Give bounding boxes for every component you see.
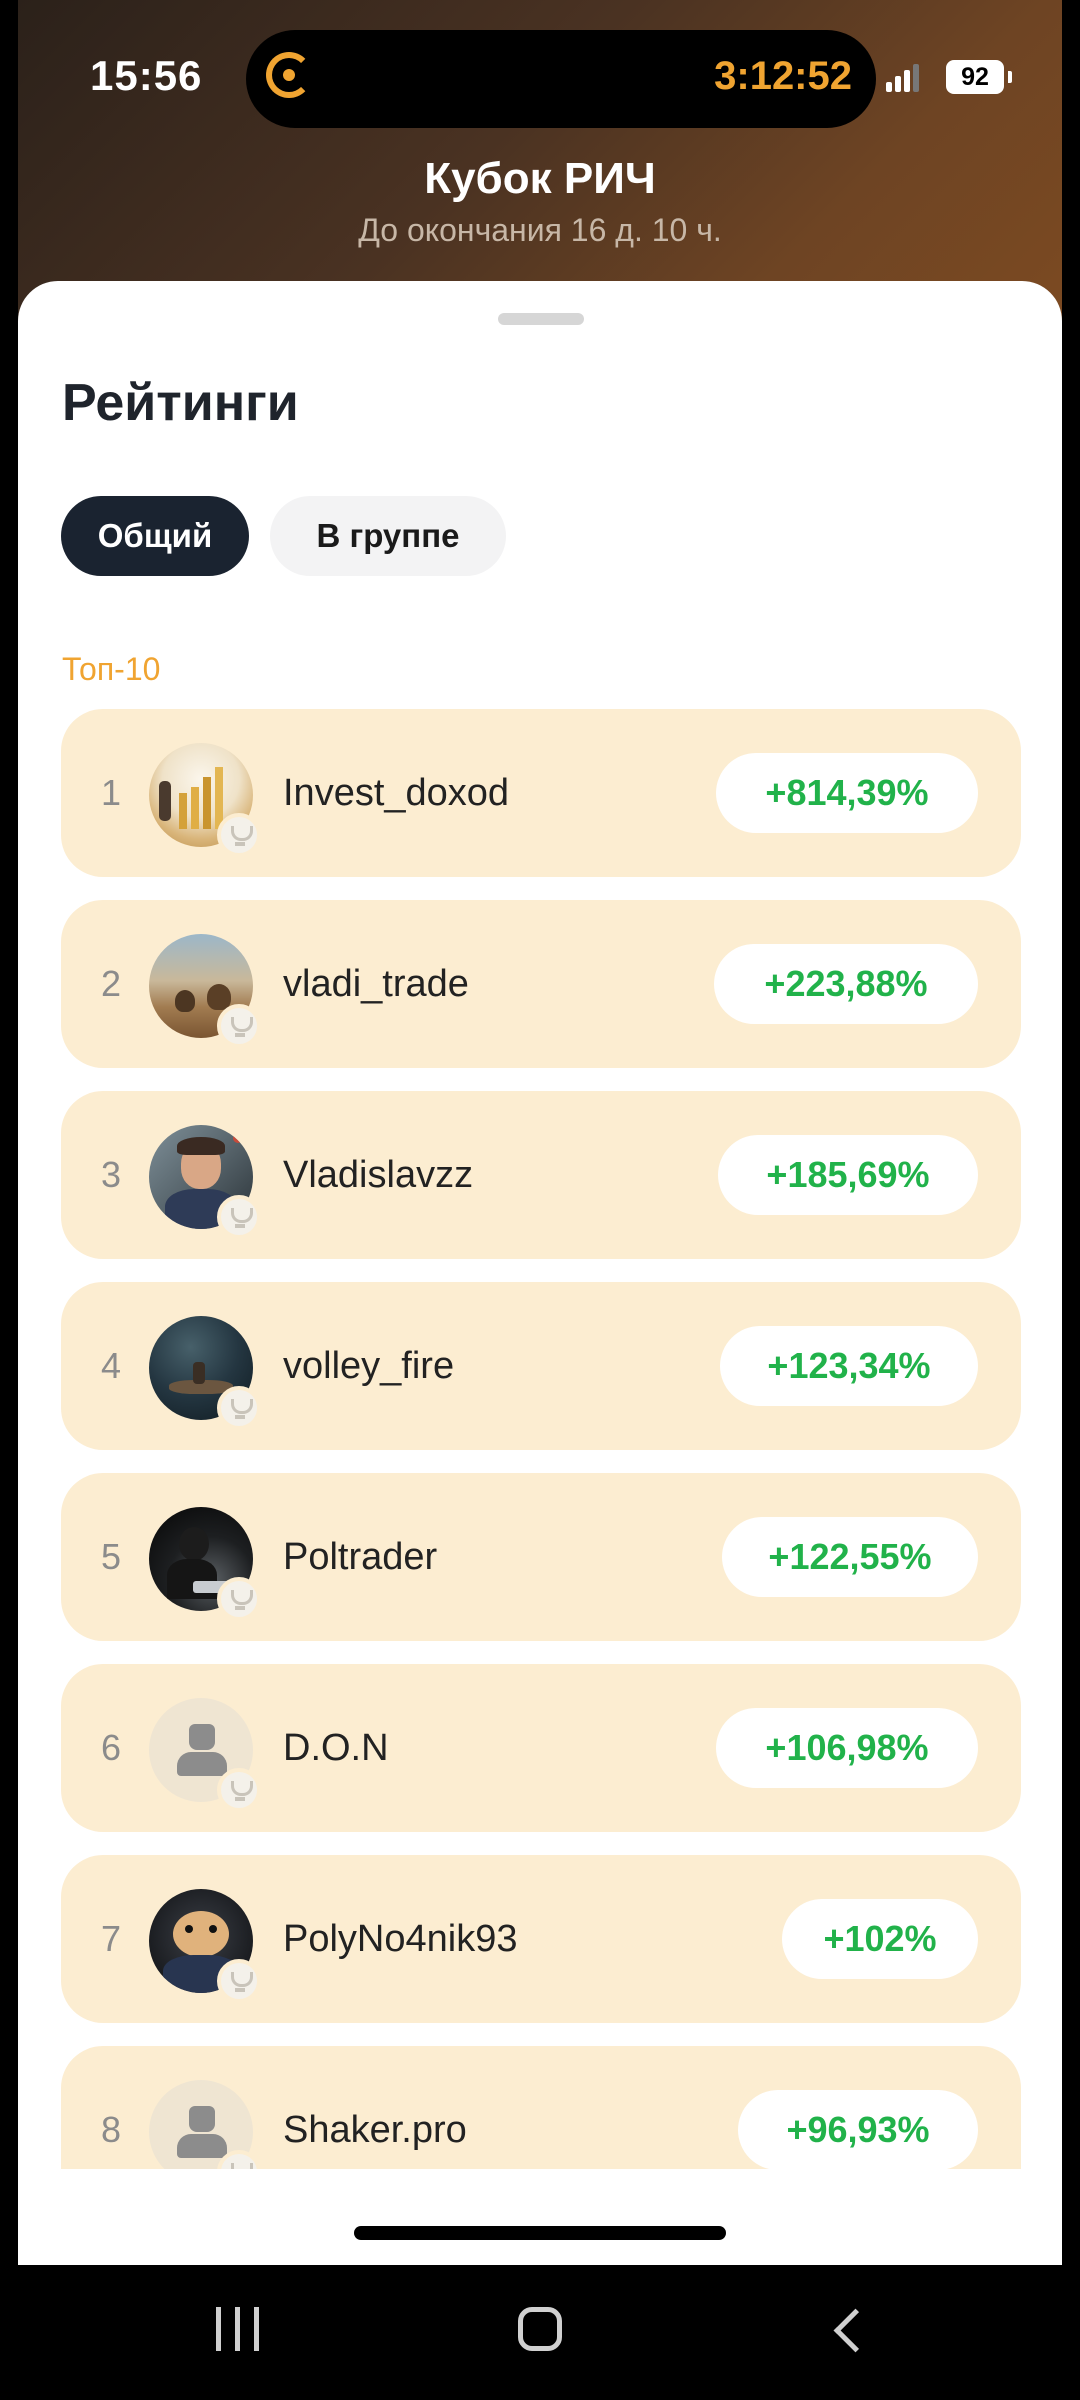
return-badge: +223,88% <box>714 944 978 1024</box>
sheet-drag-handle[interactable] <box>498 313 584 325</box>
battery-icon: 92 <box>946 60 1012 94</box>
return-badge: +122,55% <box>722 1517 978 1597</box>
sheet-title: Рейтинги <box>62 374 299 432</box>
rank-number: 7 <box>101 1918 122 1959</box>
trophy-icon <box>217 1195 261 1239</box>
rank-number: 8 <box>101 2109 122 2150</box>
trophy-icon <box>217 1004 261 1048</box>
return-badge: +185,69% <box>718 1135 978 1215</box>
status-bar: 15:56 3:12:52 92 <box>0 0 1080 150</box>
username: Invest_doxod <box>283 772 510 814</box>
username: vladi_trade <box>283 963 469 1005</box>
recent-apps-icon[interactable] <box>216 2307 260 2351</box>
top-10-label: Топ-10 <box>62 651 161 687</box>
leaderboard-row[interactable]: 5 Poltrader +122,55% <box>61 1473 1021 1641</box>
username: D.O.N <box>283 1727 389 1769</box>
tab-in-group[interactable]: В группе <box>270 496 506 576</box>
home-icon[interactable] <box>518 2307 562 2351</box>
return-badge: +814,39% <box>716 753 978 833</box>
back-icon[interactable] <box>832 2307 862 2353</box>
return-badge: +106,98% <box>716 1708 978 1788</box>
return-badge: +96,93% <box>738 2090 978 2169</box>
activity-timer: 3:12:52 <box>714 54 852 98</box>
system-nav-bar <box>0 2265 1080 2400</box>
tournament-time-left: До окончания 16 д. 10 ч. <box>358 212 722 248</box>
tab-general[interactable]: Общий <box>61 496 249 576</box>
rank-number: 6 <box>101 1727 122 1768</box>
tournament-title: Кубок РИЧ <box>424 154 656 203</box>
signal-icon <box>886 62 922 92</box>
return-badge: +123,34% <box>720 1326 978 1406</box>
trophy-icon <box>217 1959 261 2003</box>
username: Shaker.pro <box>283 2109 467 2151</box>
username: volley_fire <box>283 1345 455 1387</box>
trophy-icon <box>217 813 261 857</box>
rank-number: 1 <box>101 772 122 813</box>
leaderboard-row[interactable]: 1 Invest_doxod +814,39% <box>61 709 1021 877</box>
home-indicator[interactable] <box>354 2226 726 2240</box>
leaderboard-row[interactable]: 6 D.O.N +106,98% <box>61 1664 1021 1832</box>
trophy-icon <box>217 1577 261 1621</box>
username: PolyNo4nik93 <box>283 1918 518 1960</box>
ratings-sheet: Рейтинги Общий В группе Топ-10 1 Invest_… <box>18 281 1062 2265</box>
timer-icon <box>266 52 312 98</box>
username: Poltrader <box>283 1536 438 1578</box>
rank-number: 3 <box>101 1154 122 1195</box>
leaderboard-list[interactable]: 1 Invest_doxod +814,39% 2 vladi_trade +2… <box>18 709 1062 2169</box>
leaderboard-row[interactable]: 2 vladi_trade +223,88% <box>61 900 1021 1068</box>
dynamic-island[interactable]: 3:12:52 <box>246 30 876 128</box>
rank-number: 5 <box>101 1536 122 1577</box>
trophy-icon <box>217 1768 261 1812</box>
leaderboard-row[interactable]: 8 Shaker.pro +96,93% <box>61 2046 1021 2169</box>
trophy-icon <box>217 1386 261 1430</box>
rank-number: 2 <box>101 963 122 1004</box>
leaderboard-row[interactable]: 7 PolyNo4nik93 +102% <box>61 1855 1021 2023</box>
return-badge: +102% <box>782 1899 978 1979</box>
leaderboard-row[interactable]: 3 Vladislavzz +185,69% <box>61 1091 1021 1259</box>
rank-number: 4 <box>101 1345 122 1386</box>
status-time: 15:56 <box>90 52 203 99</box>
username: Vladislavzz <box>283 1154 474 1196</box>
leaderboard-row[interactable]: 4 volley_fire +123,34% <box>61 1282 1021 1450</box>
